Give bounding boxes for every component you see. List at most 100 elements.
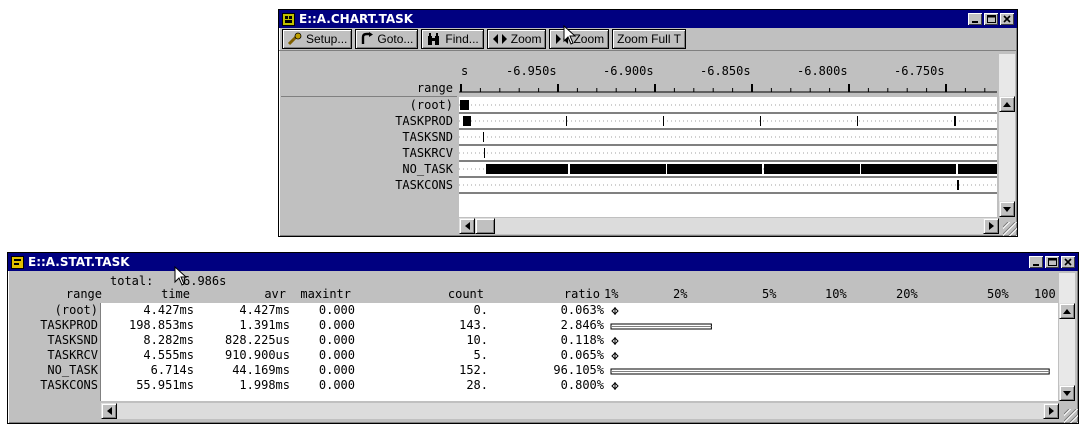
stat-row-range: (root) xyxy=(54,303,98,317)
chart-window-icon xyxy=(282,12,295,26)
resize-grip[interactable] xyxy=(1003,222,1017,236)
scroll-up-icon[interactable] xyxy=(999,96,1015,112)
chart-horizontal-scrollbar[interactable] xyxy=(459,218,999,234)
goto-button[interactable]: Goto... xyxy=(355,29,419,49)
task-activity-bar xyxy=(954,116,956,126)
scroll-left-icon[interactable] xyxy=(459,218,475,234)
stat-row-range: TASKSND xyxy=(47,333,98,347)
minimize-icon[interactable] xyxy=(968,13,982,25)
chart-row-label: TASKRCV xyxy=(402,146,453,160)
scroll-right-icon[interactable] xyxy=(983,218,999,234)
wrench-icon xyxy=(287,32,303,46)
zoom-out-button[interactable]: Zoom xyxy=(549,29,610,49)
zoom-out-arrows-icon xyxy=(554,33,570,45)
stat-vertical-scrollbar[interactable] xyxy=(1059,273,1075,401)
resize-grip[interactable] xyxy=(1064,409,1078,423)
task-activity-bar xyxy=(570,164,666,174)
maximize-icon[interactable] xyxy=(984,13,998,25)
stat-title-bar[interactable]: E::A.STAT.TASK xyxy=(8,253,1078,271)
task-timeline xyxy=(459,100,997,194)
task-activity-bar xyxy=(857,116,858,126)
stat-row-range: NO_TASK xyxy=(47,363,98,377)
axis-tick-label: -6.750s xyxy=(894,64,945,78)
axis-tick-label: -6.900s xyxy=(603,64,654,78)
stat-table: 4.427ms 4.427ms 0.000 0. 0.063% 198.853ms 1.39… xyxy=(101,303,1058,401)
stat-window: E::A.STAT.TASK total: 6.986s range time … xyxy=(7,252,1079,424)
task-activity-bar xyxy=(483,132,484,142)
task-activity-bar xyxy=(764,164,860,174)
task-activity-bar xyxy=(958,164,997,174)
goto-arrow-icon xyxy=(360,32,374,46)
task-activity-bar xyxy=(463,116,471,126)
close-icon[interactable] xyxy=(1061,256,1075,268)
stat-window-icon xyxy=(11,255,24,269)
task-activity-bar xyxy=(667,164,762,174)
task-activity-bar xyxy=(663,116,664,126)
stat-horizontal-scrollbar[interactable] xyxy=(101,403,1059,419)
column-header-time[interactable]: time xyxy=(161,287,190,301)
scale-label: 100 xyxy=(1034,287,1056,301)
axis-unit-label: s xyxy=(461,64,469,78)
zoom-in-arrows-icon xyxy=(492,33,508,45)
chart-row-label: (root) xyxy=(409,98,453,112)
time-axis: s -6.950s -6.900s -6.850s -6.800s -6.750… xyxy=(459,54,997,96)
chart-row-label: TASKCONS xyxy=(395,178,453,192)
column-header-avr[interactable]: avr xyxy=(264,287,286,301)
minimize-icon[interactable] xyxy=(1029,256,1043,268)
zoom-out-label: Zoom xyxy=(573,32,605,46)
task-activity-bar xyxy=(566,116,567,126)
stat-row-range: TASKPROD xyxy=(40,318,98,332)
task-activity-bar xyxy=(486,164,568,174)
maximize-icon[interactable] xyxy=(1045,256,1059,268)
binoculars-icon xyxy=(426,32,442,46)
find-button[interactable]: Find... xyxy=(421,29,484,49)
chart-plot-area xyxy=(459,97,997,217)
setup-button[interactable]: Setup... xyxy=(282,29,353,49)
zoom-full-label: Zoom Full T xyxy=(617,32,681,46)
chart-vertical-scrollbar[interactable] xyxy=(999,54,1015,217)
column-header-count[interactable]: count xyxy=(448,287,484,301)
task-activity-bar xyxy=(484,148,485,158)
stat-range-column: (root) TASKPROD TASKSND TASKRCV NO_TASK … xyxy=(10,303,101,401)
scale-label: 10% xyxy=(825,287,847,301)
scale-label: 2% xyxy=(673,287,688,301)
zoom-in-button[interactable]: Zoom xyxy=(486,29,547,49)
stat-window-title: E::A.STAT.TASK xyxy=(28,255,130,269)
task-activity-bar xyxy=(760,116,761,126)
task-activity-bar xyxy=(957,180,959,190)
scale-label: 50% xyxy=(987,287,1009,301)
scroll-down-icon[interactable] xyxy=(999,201,1015,217)
goto-label: Goto... xyxy=(377,32,414,46)
axis-row-label: range xyxy=(416,81,453,95)
zoom-full-button[interactable]: Zoom Full T xyxy=(612,29,686,49)
scroll-right-icon[interactable] xyxy=(1043,403,1059,419)
chart-label-pane: range (root) TASKPROD TASKSND TASKRCV NO… xyxy=(281,54,457,217)
chart-row-label: TASKPROD xyxy=(395,114,453,128)
axis-tick-label: -6.800s xyxy=(797,64,848,78)
chart-row-label: NO_TASK xyxy=(402,162,453,176)
zoom-in-label: Zoom xyxy=(510,32,542,46)
total-label: total: xyxy=(110,274,154,288)
stat-row-range: TASKCONS xyxy=(40,378,98,392)
find-label: Find... xyxy=(445,32,479,46)
total-value: 6.986s xyxy=(183,274,227,288)
scale-label: 1% xyxy=(604,287,619,301)
chart-window-title: E::A.CHART.TASK xyxy=(299,12,414,26)
task-activity-bar xyxy=(861,164,956,174)
column-header-maxintr[interactable]: maxintr xyxy=(300,287,351,301)
scroll-up-icon[interactable] xyxy=(1059,303,1075,319)
column-header-range[interactable]: range xyxy=(66,287,102,301)
axis-tick-label: -6.850s xyxy=(700,64,751,78)
setup-label: Setup... xyxy=(306,32,348,46)
chart-title-bar[interactable]: E::A.CHART.TASK xyxy=(279,10,1017,28)
axis-ruler xyxy=(459,84,997,93)
scroll-left-icon[interactable] xyxy=(101,403,117,419)
scroll-thumb[interactable] xyxy=(475,218,495,234)
scale-label: 5% xyxy=(762,287,777,301)
close-icon[interactable] xyxy=(1000,13,1014,25)
stat-row-range: TASKRCV xyxy=(47,348,98,362)
stat-header: total: 6.986s range time avr maxintr cou… xyxy=(10,273,1058,303)
column-header-ratio[interactable]: ratio xyxy=(564,287,600,301)
chart-toolbar: Setup... Goto... Find... Zoom Zoom Zoom … xyxy=(279,28,1017,51)
scroll-down-icon[interactable] xyxy=(1059,385,1075,401)
